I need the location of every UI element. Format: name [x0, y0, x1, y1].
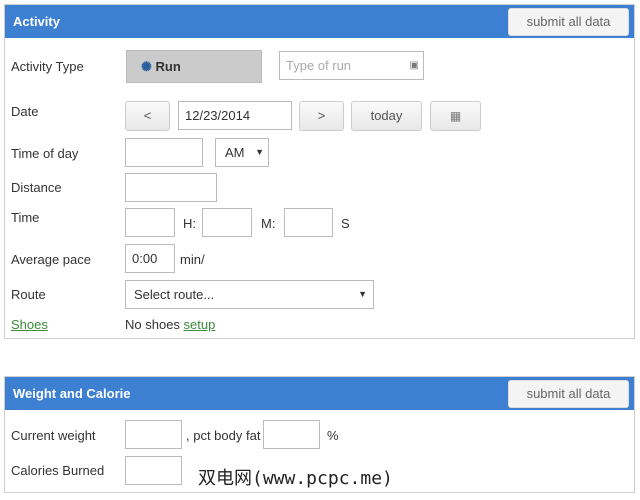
calories-burned-label: Calories Burned — [11, 463, 105, 478]
minutes-unit: M: — [261, 216, 276, 231]
route-select[interactable]: Select route... ▼ — [125, 280, 374, 309]
calendar-icon: ▦ — [449, 109, 462, 123]
time-label: Time — [11, 210, 40, 225]
weight-title: Weight and Calorie — [13, 386, 131, 401]
ampm-value: AM — [225, 145, 245, 160]
seconds-input[interactable] — [284, 208, 333, 237]
ampm-select[interactable]: AM ▼ — [215, 138, 269, 167]
setup-link[interactable]: setup — [184, 317, 216, 332]
date-input[interactable]: 12/23/2014 — [178, 101, 292, 130]
activity-type-value: Run — [155, 59, 181, 74]
today-button[interactable]: today — [351, 101, 422, 131]
type-of-run-placeholder: Type of run — [286, 58, 352, 73]
submit-all-data-button-2[interactable]: submit all data — [508, 380, 629, 408]
activity-type-label: Activity Type — [11, 59, 84, 74]
current-weight-label: Current weight — [11, 428, 96, 443]
current-weight-input[interactable] — [125, 420, 182, 449]
body-fat-label: , pct body fat — [186, 428, 261, 443]
submit-all-data-button[interactable]: submit all data — [508, 8, 629, 36]
date-label: Date — [11, 104, 39, 119]
dropdown-arrow-icon: ▼ — [255, 147, 264, 157]
hours-input[interactable] — [125, 208, 175, 237]
no-shoes-text: No shoes — [125, 317, 180, 332]
minutes-input[interactable] — [202, 208, 252, 237]
contact-card-icon: ▣ — [409, 60, 419, 71]
seconds-unit: S — [341, 216, 350, 231]
shoes-link[interactable]: Shoes — [11, 317, 48, 332]
pace-unit: min/ — [180, 252, 205, 267]
body-fat-input[interactable] — [263, 420, 320, 449]
type-of-run-input[interactable]: Type of run ▣ — [279, 51, 424, 80]
activity-header: Activity submit all data — [5, 5, 634, 38]
pace-input[interactable]: 0:00 — [125, 244, 175, 273]
weight-header: Weight and Calorie submit all data — [5, 377, 634, 410]
percent-unit: % — [327, 428, 339, 443]
shoes-status: No shoes setup — [125, 317, 215, 332]
prev-date-button[interactable]: < — [125, 101, 170, 131]
run-icon: ✺ — [141, 59, 152, 74]
time-of-day-input[interactable] — [125, 138, 203, 167]
watermark: 双电网(www.pcpc.me) — [198, 468, 393, 489]
activity-type-run-button[interactable]: ✺ Run — [126, 50, 262, 83]
hours-unit: H: — [183, 216, 196, 231]
calories-input[interactable] — [125, 456, 182, 485]
next-date-button[interactable]: > — [299, 101, 344, 131]
distance-label: Distance — [11, 180, 62, 195]
calendar-button[interactable]: ▦ — [430, 101, 481, 131]
distance-input[interactable] — [125, 173, 217, 202]
average-pace-label: Average pace — [11, 252, 91, 267]
route-label: Route — [11, 287, 46, 302]
route-value: Select route... — [134, 287, 215, 302]
dropdown-arrow-icon: ▼ — [358, 289, 367, 299]
activity-panel: Activity submit all data Activity Type ✺… — [4, 4, 635, 339]
activity-title: Activity — [13, 14, 60, 29]
time-of-day-label: Time of day — [11, 146, 79, 161]
